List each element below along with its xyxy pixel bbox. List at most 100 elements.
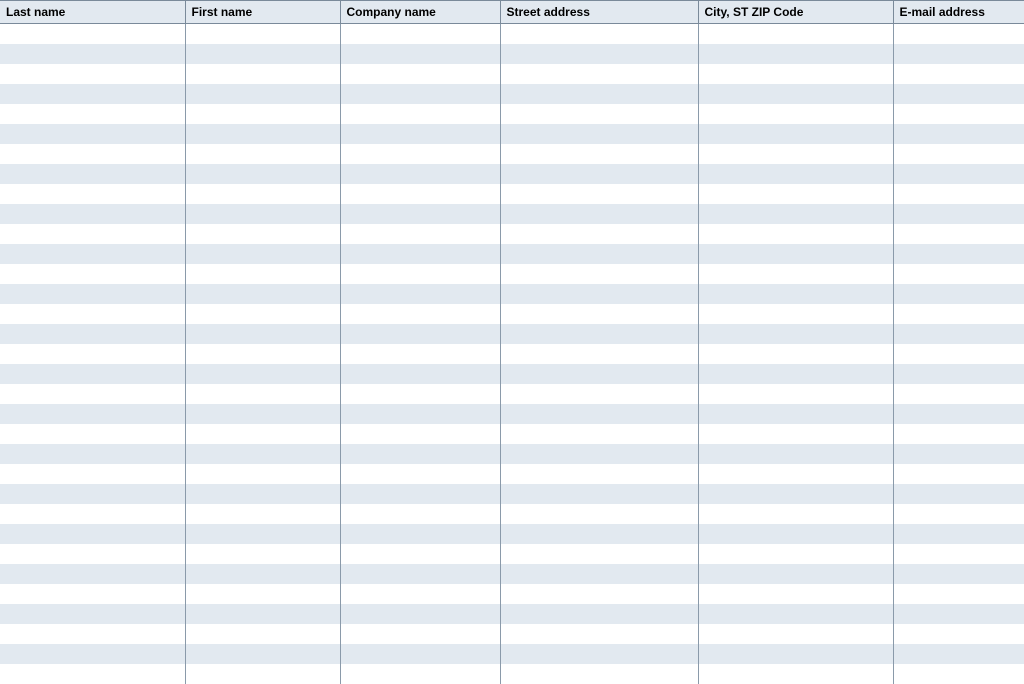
cell[interactable] bbox=[0, 424, 185, 444]
cell[interactable] bbox=[340, 484, 500, 504]
cell[interactable] bbox=[500, 524, 698, 544]
cell[interactable] bbox=[500, 384, 698, 404]
cell[interactable] bbox=[893, 224, 1024, 244]
cell[interactable] bbox=[500, 284, 698, 304]
cell[interactable] bbox=[185, 384, 340, 404]
cell[interactable] bbox=[185, 224, 340, 244]
cell[interactable] bbox=[0, 24, 185, 44]
cell[interactable] bbox=[893, 204, 1024, 224]
cell[interactable] bbox=[340, 664, 500, 684]
cell[interactable] bbox=[340, 224, 500, 244]
cell[interactable] bbox=[893, 444, 1024, 464]
cell[interactable] bbox=[185, 584, 340, 604]
cell[interactable] bbox=[340, 364, 500, 384]
cell[interactable] bbox=[340, 404, 500, 424]
cell[interactable] bbox=[500, 584, 698, 604]
cell[interactable] bbox=[185, 664, 340, 684]
cell[interactable] bbox=[185, 544, 340, 564]
cell[interactable] bbox=[698, 544, 893, 564]
cell[interactable] bbox=[340, 644, 500, 664]
cell[interactable] bbox=[185, 264, 340, 284]
cell[interactable] bbox=[893, 104, 1024, 124]
cell[interactable] bbox=[0, 584, 185, 604]
cell[interactable] bbox=[340, 604, 500, 624]
cell[interactable] bbox=[698, 604, 893, 624]
cell[interactable] bbox=[500, 144, 698, 164]
cell[interactable] bbox=[893, 304, 1024, 324]
cell[interactable] bbox=[893, 144, 1024, 164]
cell[interactable] bbox=[340, 204, 500, 224]
cell[interactable] bbox=[185, 284, 340, 304]
cell[interactable] bbox=[500, 304, 698, 324]
cell[interactable] bbox=[698, 304, 893, 324]
cell[interactable] bbox=[0, 664, 185, 684]
cell[interactable] bbox=[893, 124, 1024, 144]
cell[interactable] bbox=[0, 324, 185, 344]
cell[interactable] bbox=[340, 444, 500, 464]
cell[interactable] bbox=[0, 284, 185, 304]
cell[interactable] bbox=[185, 84, 340, 104]
cell[interactable] bbox=[893, 584, 1024, 604]
cell[interactable] bbox=[500, 184, 698, 204]
cell[interactable] bbox=[500, 444, 698, 464]
cell[interactable] bbox=[500, 64, 698, 84]
cell[interactable] bbox=[500, 24, 698, 44]
cell[interactable] bbox=[698, 464, 893, 484]
header-street-address[interactable]: Street address bbox=[500, 1, 698, 24]
cell[interactable] bbox=[340, 264, 500, 284]
cell[interactable] bbox=[340, 464, 500, 484]
cell[interactable] bbox=[500, 644, 698, 664]
cell[interactable] bbox=[893, 284, 1024, 304]
cell[interactable] bbox=[340, 564, 500, 584]
cell[interactable] bbox=[500, 244, 698, 264]
cell[interactable] bbox=[500, 604, 698, 624]
cell[interactable] bbox=[698, 344, 893, 364]
cell[interactable] bbox=[340, 164, 500, 184]
cell[interactable] bbox=[893, 24, 1024, 44]
cell[interactable] bbox=[0, 504, 185, 524]
cell[interactable] bbox=[185, 484, 340, 504]
cell[interactable] bbox=[0, 384, 185, 404]
cell[interactable] bbox=[340, 64, 500, 84]
cell[interactable] bbox=[500, 364, 698, 384]
cell[interactable] bbox=[0, 544, 185, 564]
header-first-name[interactable]: First name bbox=[185, 1, 340, 24]
cell[interactable] bbox=[0, 224, 185, 244]
cell[interactable] bbox=[893, 364, 1024, 384]
cell[interactable] bbox=[893, 84, 1024, 104]
cell[interactable] bbox=[893, 424, 1024, 444]
cell[interactable] bbox=[340, 624, 500, 644]
cell[interactable] bbox=[893, 404, 1024, 424]
cell[interactable] bbox=[500, 104, 698, 124]
cell[interactable] bbox=[500, 564, 698, 584]
cell[interactable] bbox=[0, 124, 185, 144]
cell[interactable] bbox=[698, 484, 893, 504]
cell[interactable] bbox=[893, 244, 1024, 264]
cell[interactable] bbox=[698, 284, 893, 304]
cell[interactable] bbox=[893, 44, 1024, 64]
cell[interactable] bbox=[698, 144, 893, 164]
cell[interactable] bbox=[185, 324, 340, 344]
cell[interactable] bbox=[698, 264, 893, 284]
cell[interactable] bbox=[698, 564, 893, 584]
header-email-address[interactable]: E-mail address bbox=[893, 1, 1024, 24]
cell[interactable] bbox=[185, 204, 340, 224]
cell[interactable] bbox=[0, 604, 185, 624]
cell[interactable] bbox=[893, 564, 1024, 584]
cell[interactable] bbox=[185, 644, 340, 664]
cell[interactable] bbox=[185, 524, 340, 544]
cell[interactable] bbox=[340, 24, 500, 44]
cell[interactable] bbox=[500, 464, 698, 484]
cell[interactable] bbox=[185, 24, 340, 44]
header-city-st-zip[interactable]: City, ST ZIP Code bbox=[698, 1, 893, 24]
cell[interactable] bbox=[185, 604, 340, 624]
cell[interactable] bbox=[340, 184, 500, 204]
cell[interactable] bbox=[893, 664, 1024, 684]
cell[interactable] bbox=[0, 624, 185, 644]
cell[interactable] bbox=[698, 184, 893, 204]
cell[interactable] bbox=[185, 404, 340, 424]
header-last-name[interactable]: Last name bbox=[0, 1, 185, 24]
cell[interactable] bbox=[185, 64, 340, 84]
cell[interactable] bbox=[185, 184, 340, 204]
cell[interactable] bbox=[340, 504, 500, 524]
